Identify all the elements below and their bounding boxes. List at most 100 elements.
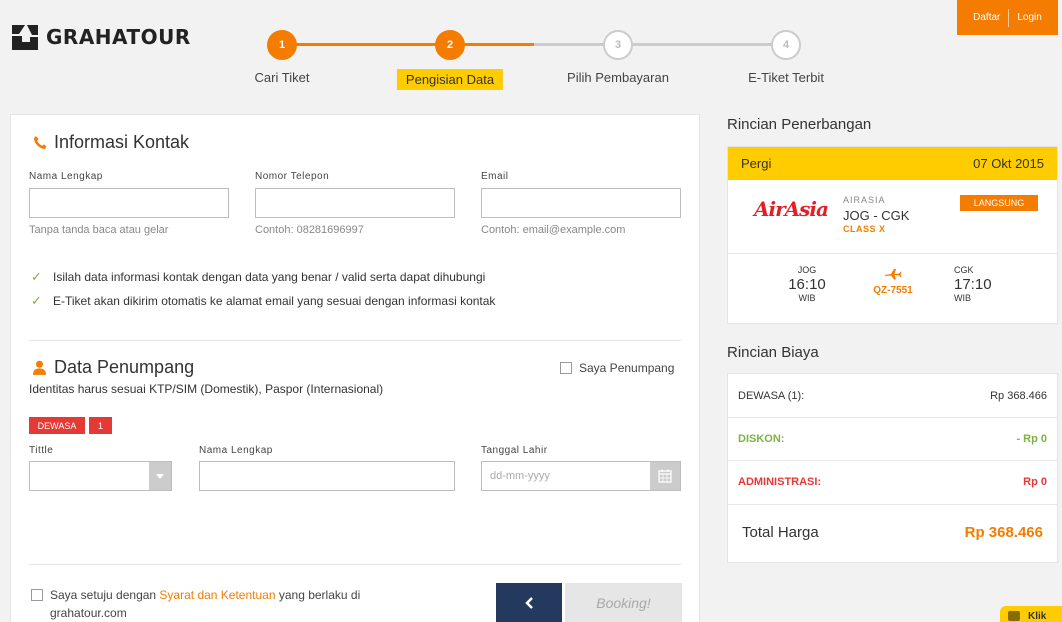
arrival-code: CGK [954,265,974,275]
arrival-time: 17:10 [954,276,992,293]
contact-note: ✓ Isilah data informasi kontak dengan da… [31,269,485,285]
arrival-timezone: WIB [954,293,971,303]
total-label: Total Harga [742,524,819,541]
discount-value: - Rp 0 [1016,433,1047,445]
user-icon [33,360,46,375]
flight-direction: Pergi [741,156,772,171]
booking-stepper: 1 2 3 4 Cari Tiket Pengisian Data Pilih … [0,0,1062,100]
departure-code: JOG [797,265,817,275]
booking-form-panel: Informasi Kontak Nama Lengkap Tanpa tand… [10,114,700,622]
chat-icon [1008,611,1020,621]
step-connector [632,43,772,46]
discount-label: DISKON: [738,433,785,445]
agreement-prefix: Saya setuju dengan [50,588,160,602]
contact-email-hint: Contoh: email@example.com [481,224,626,236]
adult-value: Rp 368.466 [990,390,1047,402]
step-4-circle: 4 [771,30,801,60]
terms-link[interactable]: Syarat dan Ketentuan [159,588,275,602]
flight-number-info: QZ-7551 [859,267,927,296]
self-passenger-toggle[interactable]: Saya Penumpang [560,361,674,375]
flight-class: CLASS X [843,224,886,234]
contact-name-input[interactable] [29,188,229,218]
agreement-site: grahatour.com [50,606,127,620]
check-icon: ✓ [31,269,42,284]
passenger-name-label: Nama Lengkap [199,445,273,456]
step-connector [296,43,436,46]
flight-date: 07 Okt 2015 [973,156,1044,171]
price-card: DEWASA (1): Rp 368.466 DISKON: - Rp 0 AD… [727,373,1058,563]
agreement-row: Saya setuju dengan Syarat dan Ketentuan … [31,586,360,622]
flight-card: Pergi 07 Okt 2015 AirAsia AIRASIA JOG - … [727,146,1058,324]
admin-label: ADMINISTRASI: [738,476,822,488]
price-row-adult: DEWASA (1): Rp 368.466 [728,390,1057,402]
flight-section-title: Rincian Penerbangan [727,116,872,133]
price-row-discount: DISKON: - Rp 0 [728,433,1057,445]
dropdown-arrow[interactable] [149,462,171,490]
flight-route: JOG - CGK [843,208,910,223]
price-row-admin: ADMINISTRASI: Rp 0 [728,476,1057,488]
section-divider [29,340,681,341]
flight-divider [728,253,1057,254]
row-divider [728,460,1057,461]
contact-name-hint: Tanpa tanda baca atau gelar [29,224,169,236]
adult-label: DEWASA (1): [738,390,805,402]
calendar-button[interactable] [650,462,680,490]
contact-phone-input[interactable] [255,188,455,218]
contact-section-title: Informasi Kontak [33,132,189,153]
contact-note-text: E-Tiket akan dikirim otomatis ke alamat … [53,294,496,308]
flight-number: QZ-7551 [873,285,913,296]
step-connector [534,43,604,46]
passenger-name-input[interactable] [199,461,455,491]
self-passenger-checkbox[interactable] [560,362,572,374]
contact-note-text: Isilah data informasi kontak dengan data… [53,270,486,284]
contact-phone-hint: Contoh: 08281696997 [255,224,364,236]
step-4-label: E-Tiket Terbit [748,70,824,85]
passenger-section-title: Data Penumpang [33,357,194,378]
section-divider [29,564,681,565]
passenger-dob-input[interactable]: dd-mm-yyyy [481,461,681,491]
calendar-icon [658,469,672,483]
contact-email-input[interactable] [481,188,681,218]
airline-name: AIRASIA [843,195,886,205]
passenger-title-select[interactable] [29,461,172,491]
contact-email-label: Email [481,171,509,182]
agreement-suffix: yang berlaku di [275,588,361,602]
phone-icon [33,136,46,149]
step-3-circle: 3 [603,30,633,60]
total-value: Rp 368.466 [964,524,1043,541]
check-icon: ✓ [31,293,42,308]
chat-button[interactable]: Klik [1000,606,1062,622]
booking-button[interactable]: Booking! [565,583,682,622]
passenger-type-badge: DEWASA [29,417,85,434]
chevron-left-icon [524,597,533,609]
chat-label: Klik [1028,610,1047,622]
dob-placeholder: dd-mm-yyyy [490,470,550,482]
contact-note: ✓ E-Tiket akan dikirim otomatis ke alama… [31,293,495,309]
passenger-title: Data Penumpang [54,357,195,377]
passenger-subtitle: Identitas harus sesuai KTP/SIM (Domestik… [29,382,384,396]
airasia-logo: AirAsia [754,197,829,221]
departure-time: 16:10 [788,276,826,293]
contact-name-label: Nama Lengkap [29,171,103,182]
caret-down-icon [156,473,164,479]
back-button[interactable] [496,583,562,622]
self-passenger-label: Saya Penumpang [579,361,675,375]
direct-flight-badge: LANGSUNG [960,195,1038,211]
step-1-circle: 1 [267,30,297,60]
step-1-label: Cari Tiket [254,70,310,85]
arrival-info: CGK 17:10 WIB [954,265,1004,303]
step-2-circle: 2 [435,30,465,60]
step-connector [464,43,534,46]
passenger-count-badge: 1 [89,417,112,434]
step-2-label: Pengisian Data [396,69,504,90]
airplane-icon [885,269,902,280]
flight-header: Pergi 07 Okt 2015 [728,147,1057,180]
admin-value: Rp 0 [1023,476,1047,488]
row-divider [728,417,1057,418]
contact-title: Informasi Kontak [54,132,190,152]
step-3-label: Pilih Pembayaran [567,70,669,85]
price-row-total: Total Harga Rp 368.466 [728,524,1057,541]
departure-info: JOG 16:10 WIB [782,265,832,303]
agreement-checkbox[interactable] [31,589,43,601]
row-divider [728,504,1057,505]
